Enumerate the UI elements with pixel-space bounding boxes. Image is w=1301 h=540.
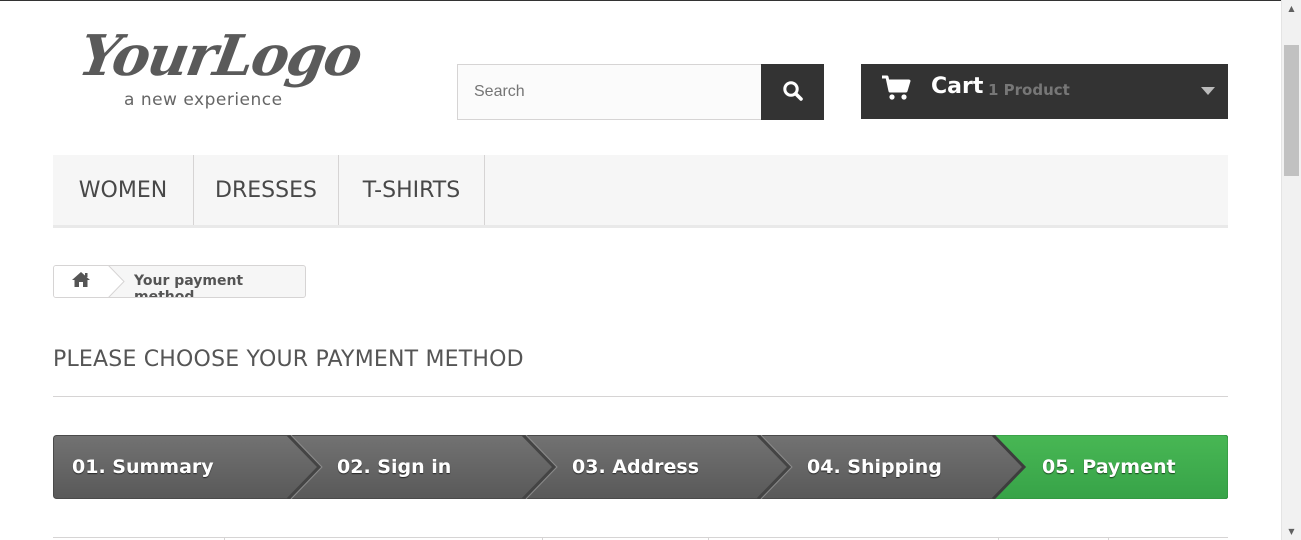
scrollbar-thumb[interactable] — [1284, 45, 1299, 176]
search-input[interactable] — [457, 64, 762, 120]
shopping-cart-icon — [881, 75, 911, 105]
breadcrumb-separator — [96, 266, 125, 297]
logo-main-text: YourLogo — [74, 23, 366, 89]
search-button[interactable] — [761, 64, 824, 120]
breadcrumb: Your payment method — [53, 265, 306, 298]
page-scrollbar[interactable]: ▲ ▼ — [1281, 0, 1301, 540]
cart-dropdown[interactable]: Cart 1 Product — [861, 64, 1228, 119]
breadcrumb-current: Your payment method — [134, 273, 244, 298]
step-address[interactable]: 03. Address — [572, 456, 699, 478]
cart-product-count: 1 Product — [988, 81, 1070, 99]
menu-item-dresses[interactable]: DRESSES — [194, 155, 339, 225]
scroll-up-arrow-icon[interactable]: ▲ — [1282, 0, 1301, 17]
step-summary[interactable]: 01. Summary — [72, 456, 214, 478]
chevron-down-icon — [1201, 87, 1215, 95]
heading-divider — [53, 396, 1228, 397]
order-steps: 01. Summary 02. Sign in 03. Address 04. … — [53, 435, 1228, 499]
cart-label: Cart — [931, 74, 984, 99]
step-payment: 05. Payment — [1042, 456, 1176, 478]
search-icon — [782, 80, 804, 105]
search-bar — [457, 64, 824, 120]
window-top-border — [0, 0, 1281, 1]
step-sign-in[interactable]: 02. Sign in — [337, 456, 451, 478]
page-title: PLEASE CHOOSE YOUR PAYMENT METHOD — [53, 347, 524, 372]
step-shipping[interactable]: 04. Shipping — [807, 456, 942, 478]
scroll-down-arrow-icon[interactable]: ▼ — [1282, 523, 1301, 540]
home-icon — [71, 271, 91, 292]
logo-tagline: a new experience — [124, 90, 283, 110]
site-logo[interactable]: YourLogo a new experience — [74, 23, 380, 118]
main-menu: WOMEN DRESSES T-SHIRTS — [53, 155, 1228, 228]
menu-item-women[interactable]: WOMEN — [53, 155, 194, 225]
menu-item-t-shirts[interactable]: T-SHIRTS — [339, 155, 485, 225]
